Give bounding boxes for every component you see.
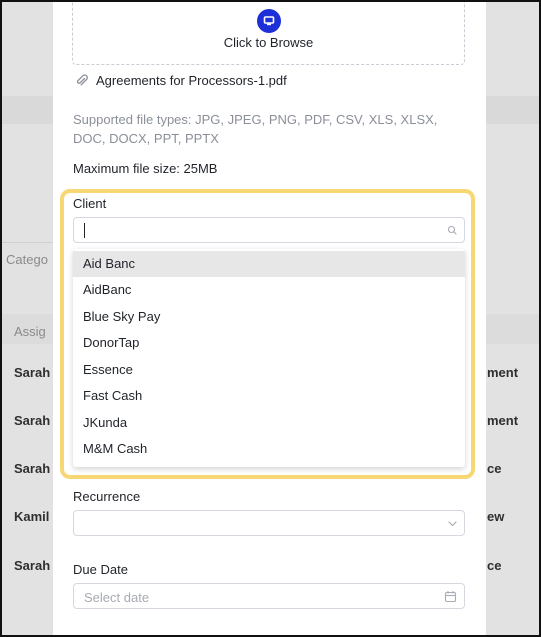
paperclip-icon — [76, 73, 88, 85]
bg-row-right: ew — [487, 509, 505, 524]
attached-file-name: Agreements for Processors-1.pdf — [96, 73, 287, 88]
due-date-label: Due Date — [73, 562, 128, 577]
bg-row-right: ment — [487, 413, 519, 428]
client-option[interactable]: Blue Sky Pay — [73, 304, 465, 330]
client-option[interactable]: AidBanc — [73, 277, 465, 303]
client-label: Client — [73, 196, 107, 211]
bg-category-filter: Catego — [6, 252, 48, 267]
upload-modal: Click to Browse Agreements for Processor… — [53, 2, 486, 635]
client-dropdown-list: Aid Banc AidBanc Blue Sky Pay DonorTap E… — [73, 249, 465, 467]
client-option[interactable]: DonorTap — [73, 330, 465, 356]
bg-assign-header: Assig — [14, 324, 46, 339]
calendar-icon[interactable] — [444, 590, 457, 603]
client-option[interactable]: Fast Cash — [73, 383, 465, 409]
bg-row-right: ce — [487, 558, 502, 573]
max-file-size: Maximum file size: 25MB — [73, 161, 218, 176]
recurrence-select[interactable] — [73, 510, 465, 536]
attached-file[interactable]: Agreements for Processors-1.pdf — [75, 73, 287, 88]
due-date-placeholder: Select date — [84, 590, 150, 605]
client-option[interactable]: Aid Banc — [73, 251, 465, 277]
browse-label[interactable]: Click to Browse — [73, 35, 464, 50]
bg-row-right: ce — [487, 461, 502, 476]
recurrence-label: Recurrence — [73, 489, 141, 504]
bg-row-left: Kamil I — [14, 509, 57, 524]
upload-icon — [257, 9, 281, 33]
bg-divider — [2, 242, 53, 243]
client-option[interactable]: JKunda — [73, 410, 465, 436]
client-search-input[interactable] — [73, 217, 465, 243]
client-option[interactable]: Essence — [73, 357, 465, 383]
search-icon — [447, 225, 457, 235]
supported-file-types: Supported file types: JPG, JPEG, PNG, PD… — [73, 112, 438, 146]
bg-row-left: Sarah — [14, 558, 51, 573]
bg-row-right: ment — [487, 365, 519, 380]
screenshot-frame: Catego Assig Sarah Sarah Sarah Kamil I S… — [0, 0, 541, 637]
chevron-down-icon — [448, 521, 457, 527]
client-option[interactable]: M&M Cash — [73, 436, 465, 462]
text-caret — [84, 223, 85, 238]
bg-row-left: Sarah — [14, 413, 51, 428]
file-dropzone[interactable]: Click to Browse — [72, 2, 465, 65]
due-date-input[interactable]: Select date — [73, 583, 465, 609]
bg-row-left: Sarah — [14, 365, 51, 380]
bg-row-left: Sarah — [14, 461, 51, 476]
